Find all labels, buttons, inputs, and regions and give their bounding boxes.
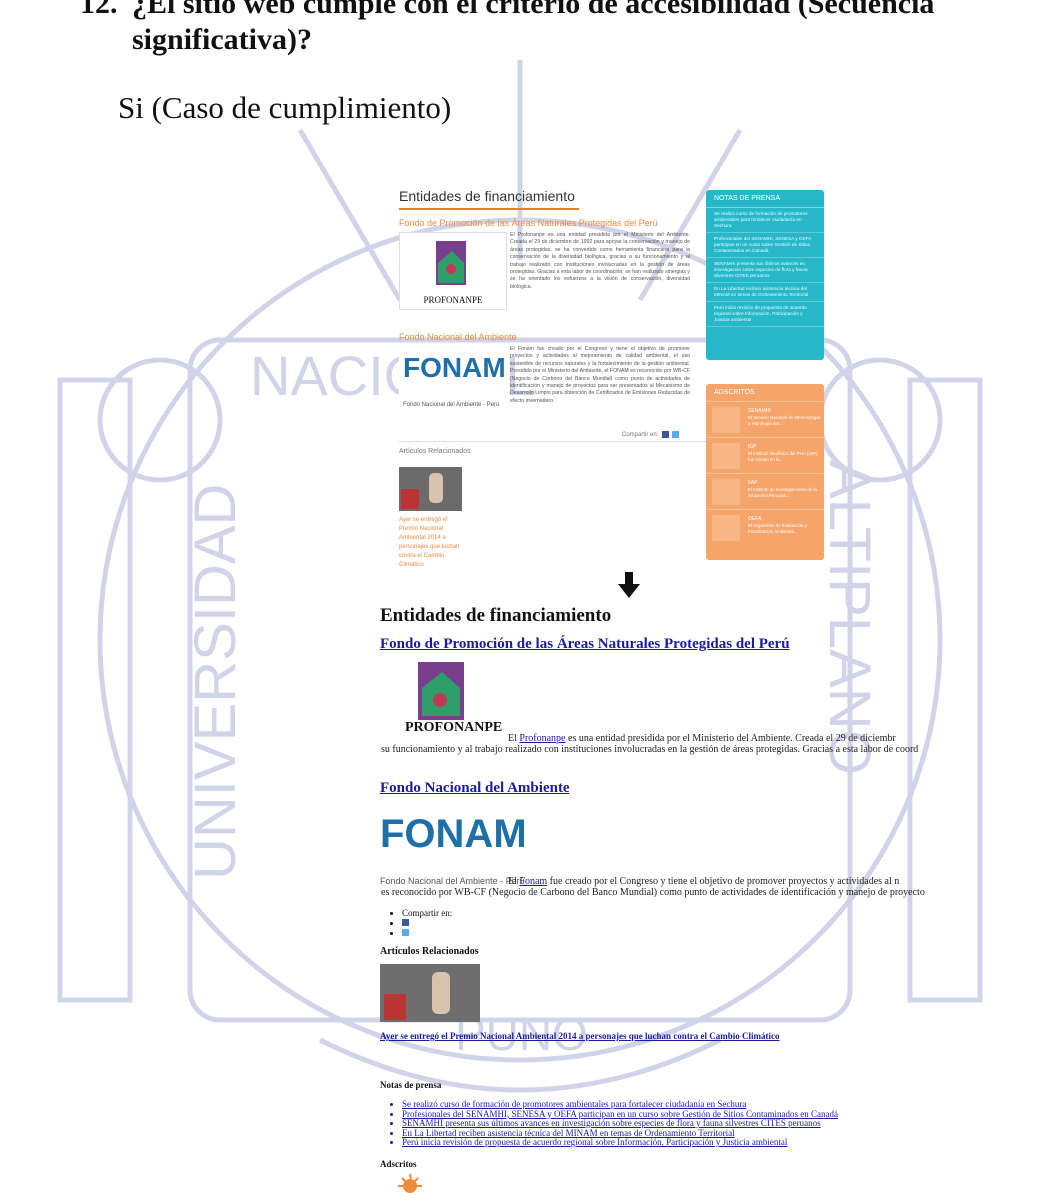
styled-section1-title[interactable]: Fondo de Promoción de las Áreas Naturale… (399, 218, 658, 228)
adscrito-desc: El Instituto Geofísico del Perú (IGP) fu… (748, 451, 818, 462)
twitter-icon[interactable] (672, 431, 679, 438)
plain-profonanpe-text: PROFONANPE (405, 720, 503, 735)
share-facebook-item[interactable] (402, 918, 452, 928)
adscrito-item[interactable]: OEFA El Organismo de Evaluación y Fiscal… (706, 510, 824, 545)
styled-share-label: Compartir en: (622, 432, 659, 438)
arrow-down-icon (618, 572, 640, 598)
nota-item[interactable]: SENAMHI presenta sus últimos avances en … (706, 258, 824, 283)
adscrito-desc: El Organismo de Evaluación y Fiscalizaci… (748, 523, 807, 534)
senamhi-logo-icon[interactable] (398, 1174, 422, 1193)
related-article-thumbnail[interactable] (399, 467, 462, 511)
fonam-link[interactable]: Fonam (519, 876, 547, 887)
divider (399, 441, 707, 442)
plain-fonam-caption: Fondo Nacional del Ambiente - Perú (380, 876, 525, 886)
title-underline (399, 208, 579, 210)
profonanpe-logo: PROFONANPE (399, 232, 507, 310)
adscritos-panel: ADSCRITOS SENAMHI El Servicio Nacional d… (706, 384, 824, 560)
styled-page-screenshot: Entidades de financiamiento Fondo de Pro… (396, 186, 826, 586)
adscrito-item[interactable]: IGP El Instituto Geofísico del Perú (IGP… (706, 438, 824, 474)
plain-share-list: Compartir en: (380, 908, 452, 938)
adscrito-name: IIAP (748, 480, 758, 486)
plain-profonanpe-logo (404, 660, 480, 722)
profonanpe-link[interactable]: Profonanpe (519, 733, 565, 744)
senamhi-logo-icon (712, 407, 740, 433)
plain-section1-title[interactable]: Fondo de Promoción de las Áreas Naturale… (380, 636, 790, 653)
seal-right-text: ALTIPLANO (817, 460, 882, 775)
notas-panel-title: NOTAS DE PRENSA (706, 190, 824, 208)
adscrito-item[interactable]: IIAP El Instituto de Investigaciones de … (706, 474, 824, 510)
facebook-icon[interactable] (402, 919, 409, 926)
nota-item[interactable]: En La Libertad reciben asistencia técnic… (706, 283, 824, 302)
facebook-icon[interactable] (662, 431, 669, 438)
styled-related-caption[interactable]: Ayer se entregó el Premio Nacional Ambie… (399, 516, 463, 570)
university-seal-watermark: NACIONAL UNIVERSIDAD ALTIPLANO PUNO (57, 60, 983, 1093)
share-twitter-item[interactable] (402, 928, 452, 938)
nota-item[interactable]: Se realizó curso de formación de promoto… (706, 208, 824, 233)
question-number: 12. (80, 0, 118, 20)
plain-section2-title[interactable]: Fondo Nacional del Ambiente (380, 780, 570, 797)
seal-left-text: UNIVERSIDAD (183, 484, 248, 880)
plain-notas-title: Notas de prensa (380, 1080, 442, 1090)
profonanpe-emblem-icon (436, 241, 466, 285)
profonanpe-emblem-icon (418, 662, 464, 720)
nota-item[interactable]: Profesionales del SENAMHI, SENESA y OEFA… (706, 233, 824, 258)
answer-text: Si (Caso de cumplimiento) (118, 90, 452, 125)
iiap-logo-icon (712, 479, 740, 505)
fonam-logo-caption: Fondo Nacional del Ambiente - Perú (403, 402, 500, 408)
styled-section2-title[interactable]: Fondo Nacional del Ambiente (399, 332, 517, 342)
plain-related-thumbnail[interactable] (380, 964, 480, 1022)
igp-logo-icon (712, 443, 740, 469)
plain-page-title: Entidades de financiamiento (380, 605, 612, 626)
plain-share-label: Compartir en: (402, 908, 452, 918)
adscrito-desc: El Instituto de Investigaciones de la Am… (748, 487, 817, 498)
styled-related-title: Artículos Relacionados (399, 448, 471, 455)
adscrito-name: IGP (748, 444, 757, 450)
plain-section2-line2: es reconocido por WB-CF (Negocio de Carb… (381, 887, 925, 898)
plain-nota-link[interactable]: Perú inicia revisión de propuesta de acu… (402, 1137, 838, 1148)
fonam-logo: FONAM Fondo Nacional del Ambiente - Perú (399, 346, 506, 422)
plain-fonam-logo: FONAM (380, 812, 527, 856)
plain-adscritos-title: Adscritos (380, 1159, 417, 1169)
adscritos-panel-title: ADSCRITOS (706, 384, 824, 402)
twitter-icon[interactable] (402, 929, 409, 936)
adscrito-item[interactable]: SENAMHI El Servicio Nacional de Meteorol… (706, 402, 824, 438)
adscrito-name: OEFA (748, 516, 762, 522)
plain-related-title: Artículos Relacionados (380, 946, 479, 957)
oefa-logo-icon (712, 515, 740, 541)
notas-de-prensa-panel: NOTAS DE PRENSA Se realizó curso de form… (706, 190, 824, 360)
styled-section1-body: El Profonanpe es una entidad presidida p… (510, 232, 690, 290)
plain-related-link[interactable]: Ayer se entregó el Premio Nacional Ambie… (380, 1031, 780, 1041)
adscrito-name: SENAMHI (748, 408, 771, 414)
plain-section1-line2: su funcionamiento y al trabajo realizado… (381, 744, 919, 755)
nota-item[interactable]: Perú inicia revisión de propuesta de acu… (706, 302, 824, 327)
styled-section2-body: El Fonam fue creado por el Congreso y ti… (510, 346, 690, 404)
plain-notas-list: Se realizó curso de formación de promoto… (380, 1099, 838, 1148)
question-text: ¿El sitio web cumple con el criterio de … (132, 0, 935, 56)
profonanpe-logo-text: PROFONANPE (423, 295, 483, 305)
styled-page-title: Entidades de financiamiento (399, 188, 575, 204)
fonam-logo-text: FONAM (403, 352, 506, 383)
adscrito-desc: El Servicio Nacional de Meteorología e H… (748, 415, 820, 426)
